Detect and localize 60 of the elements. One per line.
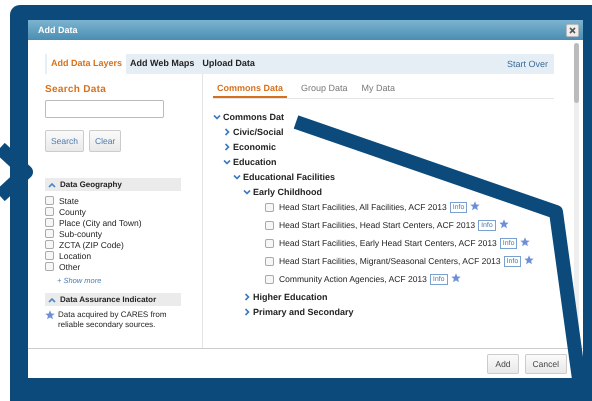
tree-item[interactable]: Early Childhood: [253, 186, 322, 196]
section-header[interactable]: Data Assurance Indicator: [45, 293, 181, 306]
tree-item[interactable]: Primary and Secondary: [253, 306, 354, 316]
checkbox[interactable]: [265, 221, 274, 230]
checkbox[interactable]: [45, 207, 54, 216]
checkbox[interactable]: [45, 240, 54, 249]
tree-item[interactable]: Higher Education: [253, 292, 328, 302]
layer-name: Head Start Facilities, Migrant/Seasonal Centers, ACF 2013: [279, 255, 501, 268]
checkbox-label: Other: [59, 262, 80, 272]
checkbox-label: ZCTA (ZIP Code): [59, 240, 124, 250]
chevron-right-icon[interactable]: [223, 128, 231, 136]
tab[interactable]: Add Web Maps: [126, 58, 198, 74]
checkbox[interactable]: [265, 275, 274, 284]
tree-item[interactable]: Commons Dat: [223, 112, 284, 122]
checkbox[interactable]: [265, 257, 274, 266]
tab[interactable]: Upload Data: [198, 58, 259, 74]
chevron-right-icon[interactable]: [243, 308, 251, 316]
checkbox[interactable]: [265, 239, 274, 248]
close-button[interactable]: [566, 24, 579, 36]
checkbox-label: Place (City and Town): [59, 218, 142, 228]
checkbox-label: County: [59, 206, 86, 216]
chevron-down-icon[interactable]: [233, 172, 241, 180]
chevron-right-icon[interactable]: [223, 142, 231, 150]
layer-name: Head Start Facilities, Early Head Start Centers, ACF 2013: [279, 237, 497, 250]
layer-name: Community Action Agencies, ACF 2013: [279, 273, 427, 286]
checkbox[interactable]: [45, 251, 54, 260]
close-icon[interactable]: [569, 26, 576, 34]
button[interactable]: Search: [45, 130, 84, 152]
tree-item[interactable]: Educational Facilities: [243, 172, 336, 182]
checkbox-label: Location: [59, 250, 92, 260]
layer-name: Head Start Facilities, All Facilities, ACF 2013: [279, 201, 447, 214]
checkbox-label: Sub-county: [59, 228, 102, 238]
checkbox-label: State: [59, 196, 79, 206]
checkbox[interactable]: [45, 229, 54, 238]
chevron-right-icon[interactable]: [243, 292, 251, 300]
star-icon: [45, 310, 55, 320]
button[interactable]: Clear: [88, 130, 122, 152]
tree-item[interactable]: Civic/Social: [233, 126, 284, 136]
section-header[interactable]: Data Geography: [45, 178, 181, 191]
section-title: Data Geography: [60, 180, 122, 189]
search-field[interactable]: [45, 100, 164, 118]
start-over-link[interactable]: Start Over: [506, 59, 554, 69]
button[interactable]: Cancel: [524, 354, 567, 374]
checkbox[interactable]: [45, 218, 54, 227]
checkbox[interactable]: [265, 203, 274, 212]
tree-item[interactable]: Education: [233, 156, 277, 166]
button[interactable]: Add: [487, 354, 519, 374]
tab[interactable]: Group Data: [301, 83, 348, 98]
tab[interactable]: My Data: [362, 83, 396, 98]
window-title: Add Data: [38, 25, 78, 35]
legend-text: Data acquired by CARES from reliable secondary sources.: [58, 310, 168, 330]
chevron-down-icon[interactable]: [243, 188, 251, 196]
chevron-down-icon[interactable]: [223, 158, 231, 166]
layer-name: Head Start Facilities, Head Start Centers, ACF 2013: [279, 219, 476, 232]
checkbox[interactable]: [45, 196, 54, 205]
tree-item[interactable]: Economic: [233, 142, 276, 152]
section-title: Search Data: [45, 84, 108, 95]
checkbox[interactable]: [45, 262, 54, 271]
chevron-down-icon[interactable]: [213, 112, 221, 120]
section-title: Data Assurance Indicator: [60, 295, 156, 304]
